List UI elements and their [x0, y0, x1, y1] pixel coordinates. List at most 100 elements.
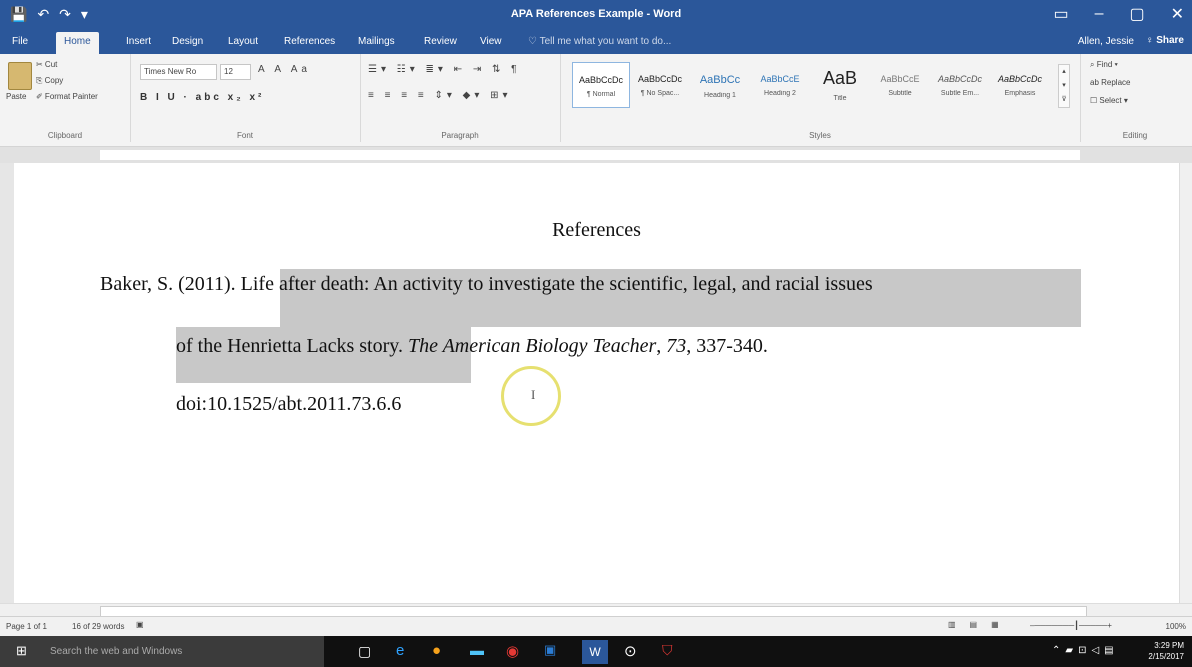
style-sample: AaBbCcE: [880, 74, 920, 84]
proofing-icon[interactable]: ▣: [136, 620, 144, 629]
horizontal-ruler[interactable]: [0, 147, 1192, 163]
view-buttons-icon[interactable]: ▥▤▦: [948, 620, 1013, 629]
group-label: Font: [236, 131, 253, 140]
style-normal[interactable]: AaBbCcDc ¶ Normal: [572, 62, 630, 108]
group-label: Paragraph: [441, 131, 479, 140]
copy-button[interactable]: ⎘ Copy: [36, 76, 63, 86]
paste-button-label[interactable]: Paste: [6, 92, 26, 101]
style-heading-1[interactable]: AaBbCc Heading 1: [692, 62, 748, 106]
style-sample: AaBbCcE: [760, 74, 800, 84]
editing-group: ⌕ Find ▾ ab Replace ☐ Select ▾ Editing: [1080, 54, 1190, 142]
tell-me-search[interactable]: ♡ Tell me what you want to do...: [528, 36, 671, 47]
reference-title: Life after death: An activity to investi…: [240, 273, 873, 295]
style-sample: AaB: [822, 68, 858, 88]
search-placeholder: Search the web and Windows: [50, 646, 183, 657]
tab-references[interactable]: References: [284, 36, 335, 47]
style-title[interactable]: AaB Title: [812, 62, 868, 106]
styles-group: AaBbCcDc ¶ Normal AaBbCcDc ¶ No Spac... …: [560, 54, 1081, 142]
tab-design[interactable]: Design: [172, 36, 203, 47]
style-sample: AaBbCcDc: [578, 75, 623, 85]
taskbar-search[interactable]: ⊞ Search the web and Windows: [0, 636, 324, 667]
references-heading: References: [552, 219, 641, 241]
style-subtitle[interactable]: AaBbCcE Subtitle: [872, 62, 928, 106]
window-controls: ▭ – ▢ ✕: [1053, 4, 1184, 24]
style-no-spacing[interactable]: AaBbCcDc ¶ No Spac...: [632, 62, 688, 106]
font-size-input[interactable]: 12: [220, 64, 251, 80]
style-name: Emphasis: [1004, 90, 1036, 97]
style-name: Subtitle: [888, 90, 912, 97]
select-button[interactable]: ☐ Select ▾: [1090, 96, 1128, 105]
style-heading-2[interactable]: AaBbCcE Heading 2: [752, 62, 808, 106]
cut-button[interactable]: ✂ Cut: [36, 60, 57, 69]
paragraph-group: ☰▾ ☷▾ ≣▾ ⇤ ⇥ ⇅ ¶ ≡ ≡ ≡ ≡ ⇕▾ ◆▾ ⊞▾ Paragr…: [360, 54, 561, 142]
punctuation: ,: [656, 335, 662, 357]
tab-file[interactable]: File: [12, 36, 28, 47]
reference-line-1: Baker, S. (2011). Life after death: An a…: [100, 273, 873, 296]
page-range: , 337-340.: [686, 335, 768, 357]
edge-icon[interactable]: e: [396, 642, 404, 659]
style-name: Title: [833, 95, 847, 102]
zoom-slider[interactable]: –───────┃─────+: [1030, 621, 1112, 630]
style-subtle-emphasis[interactable]: AaBbCcDc Subtle Em...: [932, 62, 988, 106]
status-bar: Page 1 of 1 16 of 29 words ▣ ▥▤▦ –──────…: [0, 616, 1192, 637]
styles-gallery-scroll-icon[interactable]: ▴ ▾ ⊽: [1058, 64, 1070, 108]
vertical-scrollbar[interactable]: [1179, 163, 1192, 603]
list-buttons-icon[interactable]: ☰▾ ☷▾ ≣▾ ⇤ ⇥ ⇅ ¶: [368, 64, 521, 75]
tab-review[interactable]: Review: [424, 36, 457, 47]
outlook-icon[interactable]: ▣: [544, 642, 556, 658]
window-title: APA References Example - Word: [510, 8, 682, 20]
system-tray-icons[interactable]: ⌃▰⊡◁▤: [1052, 645, 1119, 656]
tab-view[interactable]: View: [480, 36, 502, 47]
ribbon-display-options-icon[interactable]: ▭: [1053, 4, 1068, 24]
ibeam-cursor-icon: I: [531, 387, 536, 402]
windows-taskbar: ⊞ Search the web and Windows ▢ e ● ▬ ◉ ▣…: [0, 636, 1192, 667]
screen-recorder-icon[interactable]: ⊙: [624, 642, 637, 660]
reference-author: Baker, S. (2011).: [100, 273, 236, 295]
firefox-icon[interactable]: ●: [432, 642, 441, 659]
horizontal-scrollbar[interactable]: [0, 603, 1192, 617]
user-account[interactable]: Allen, Jessie: [1078, 36, 1134, 47]
style-sample: AaBbCcDc: [937, 74, 982, 84]
close-button[interactable]: ✕: [1171, 4, 1184, 24]
zoom-level[interactable]: 100%: [1166, 622, 1186, 631]
style-sample: AaBbCc: [699, 74, 741, 86]
maximize-button[interactable]: ▢: [1129, 4, 1144, 24]
paste-icon[interactable]: [8, 62, 32, 90]
style-name: ¶ Normal: [586, 91, 616, 98]
document-page[interactable]: References Baker, S. (2011). Life after …: [14, 163, 1179, 603]
word-icon[interactable]: W: [582, 640, 608, 664]
ruler-track: [100, 150, 1080, 160]
windows-start-icon[interactable]: ⊞: [16, 643, 27, 659]
clipboard-group: Paste ✂ Cut ⎘ Copy ✐ Format Painter Clip…: [0, 54, 131, 142]
clock[interactable]: 3:29 PM 2/15/2017: [1148, 640, 1184, 662]
replace-button[interactable]: ab Replace: [1090, 78, 1130, 87]
share-button[interactable]: ♀ Share: [1146, 35, 1184, 46]
ribbon-tabs: File Home Insert Design Layout Reference…: [0, 30, 1192, 54]
acrobat-icon[interactable]: ⛉: [662, 642, 673, 659]
font-format-buttons[interactable]: B I U · abc x₂ x²: [140, 92, 264, 103]
reference-doi: doi:10.1525/abt.2011.73.6.6: [176, 393, 402, 415]
find-button[interactable]: ⌕ Find ▾: [1090, 60, 1118, 70]
format-painter-button[interactable]: ✐ Format Painter: [36, 92, 98, 101]
style-name: Subtle Em...: [940, 90, 980, 97]
tab-insert[interactable]: Insert: [126, 36, 151, 47]
word-count[interactable]: 16 of 29 words: [72, 622, 124, 631]
clock-date: 2/15/2017: [1148, 652, 1184, 661]
file-explorer-icon[interactable]: ▬: [470, 642, 484, 658]
font-grow-shrink-icon[interactable]: A A Aa: [258, 64, 311, 75]
style-name: ¶ No Spac...: [640, 90, 680, 97]
style-sample: AaBbCcDc: [997, 74, 1042, 84]
style-name: Heading 2: [764, 90, 796, 97]
task-view-icon[interactable]: ▢: [358, 643, 371, 660]
clock-time: 3:29 PM: [1154, 641, 1184, 650]
align-buttons-icon[interactable]: ≡ ≡ ≡ ≡ ⇕▾ ◆▾ ⊞▾: [368, 90, 512, 101]
page-count[interactable]: Page 1 of 1: [6, 622, 47, 631]
font-name-input[interactable]: Times New Ro: [140, 64, 217, 80]
minimize-button[interactable]: –: [1095, 5, 1104, 23]
style-emphasis[interactable]: AaBbCcDc Emphasis: [992, 62, 1048, 106]
tab-mailings[interactable]: Mailings: [358, 36, 395, 47]
font-group: Times New Ro 12 A A Aa B I U · abc x₂ x²…: [130, 54, 361, 142]
tab-home[interactable]: Home: [56, 32, 99, 54]
chrome-icon[interactable]: ◉: [506, 642, 519, 660]
tab-layout[interactable]: Layout: [228, 36, 258, 47]
